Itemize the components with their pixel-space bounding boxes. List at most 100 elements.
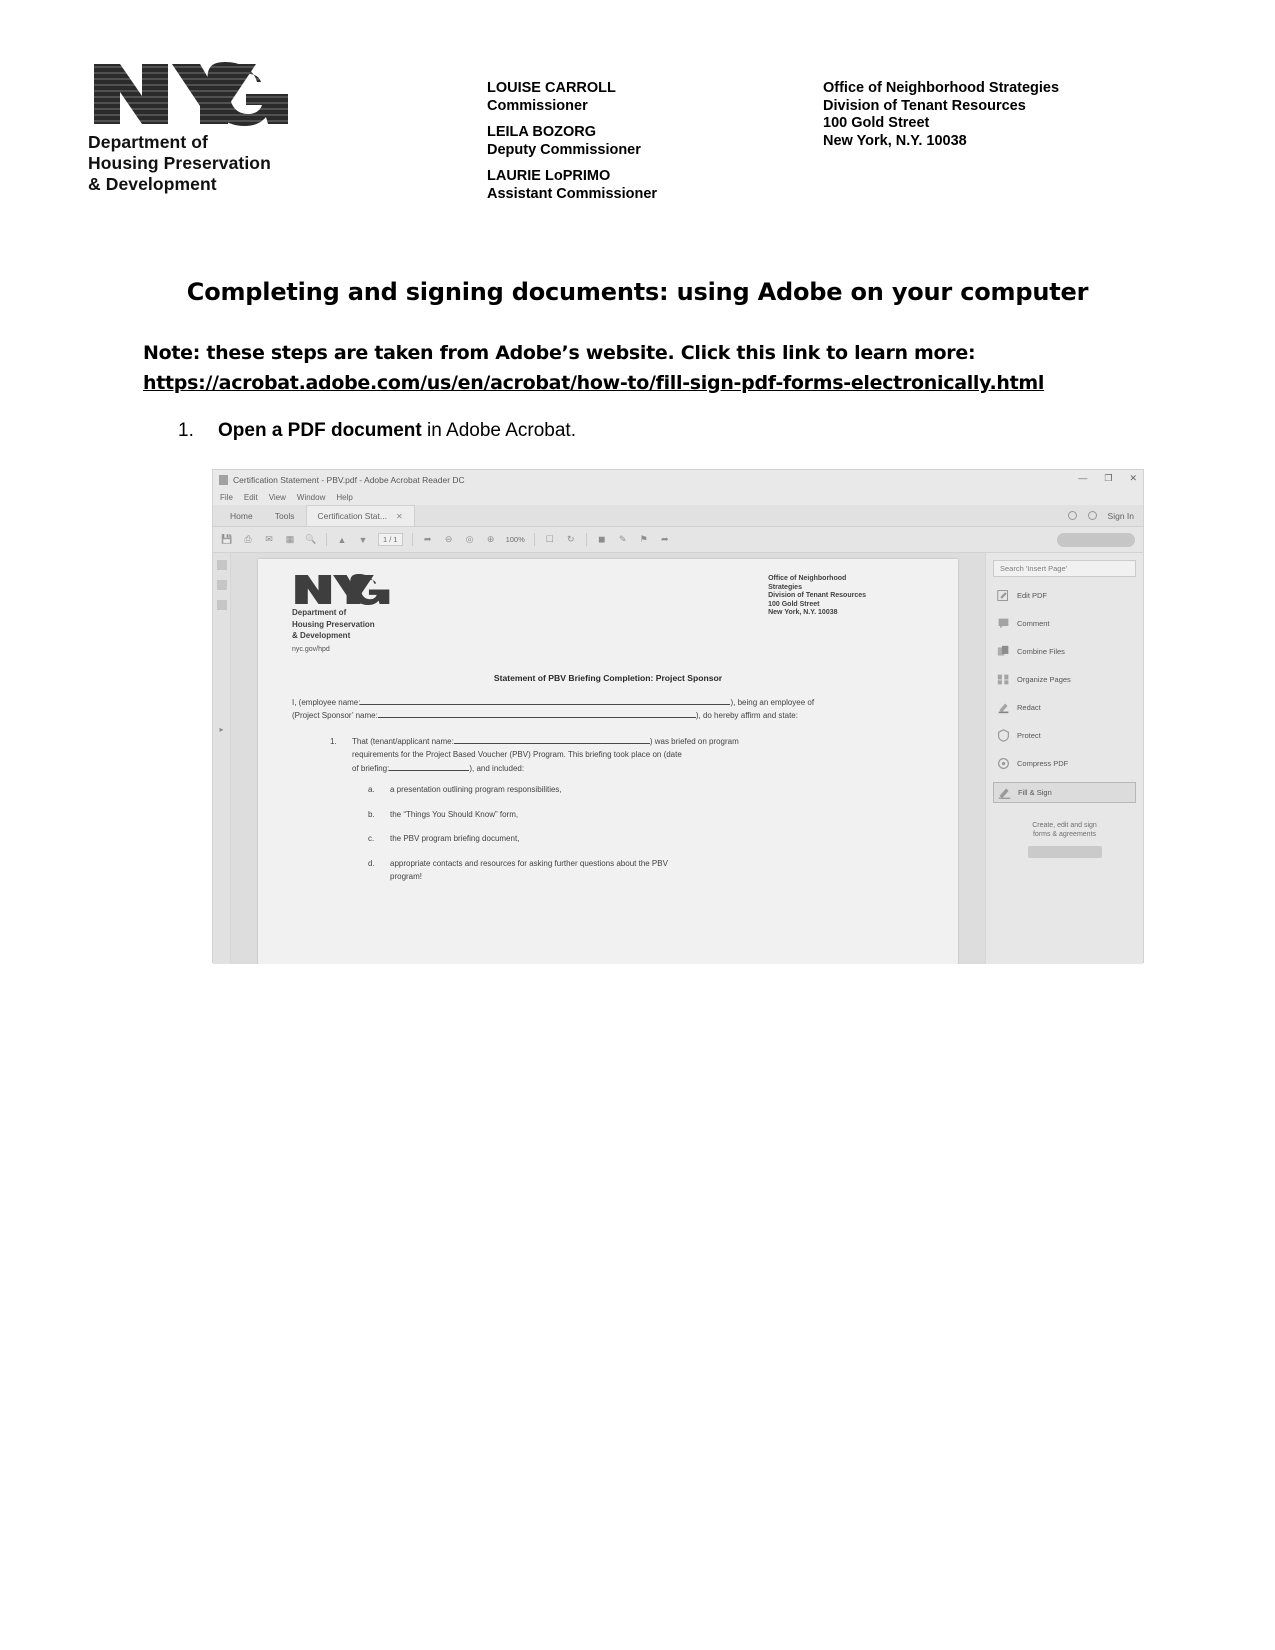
expand-pane-icon[interactable]: ▸ — [219, 725, 223, 734]
zoom-reset-icon[interactable]: ◎ — [464, 534, 476, 546]
pdf-subitem-b: b. the “Things You Should Know” form, — [292, 808, 924, 822]
pdf-subitem-text: the “Things You Should Know” form, — [390, 809, 519, 819]
tab-tools-label: Tools — [274, 510, 295, 521]
tab-tools[interactable]: Tools — [264, 505, 306, 526]
minimize-icon[interactable]: — — [1078, 473, 1087, 483]
step-rest-text: in Adobe Acrobat. — [421, 420, 576, 441]
comment-icon[interactable]: ◼ — [596, 534, 608, 546]
save-icon[interactable]: 💾 — [221, 534, 233, 546]
protect-icon — [997, 729, 1010, 742]
menu-edit[interactable]: Edit — [244, 493, 258, 502]
menu-file[interactable]: File — [220, 493, 233, 502]
menu-view[interactable]: View — [269, 493, 286, 502]
toolbar-divider — [326, 533, 327, 546]
rotate-icon[interactable]: ↻ — [565, 534, 577, 546]
officer-name: LEILA BOZORG — [487, 124, 597, 140]
select-tool-icon[interactable]: ➦ — [422, 534, 434, 546]
sponsor-name-blank[interactable] — [377, 717, 696, 719]
tool-fill-and-sign[interactable]: Fill & Sign — [993, 782, 1136, 803]
zoom-level-field[interactable]: 100% — [506, 535, 525, 544]
print-icon[interactable]: ⎙ — [242, 534, 254, 546]
tenant-name-blank[interactable] — [453, 742, 650, 744]
email-icon[interactable]: ✉ — [263, 534, 275, 546]
nyc-logo-icon — [292, 573, 392, 606]
pdf-intro-2-pre: (Project Sponsor’ name: — [292, 711, 378, 721]
page-down-icon[interactable]: ▼ — [357, 534, 369, 546]
tool-label: Redact — [1017, 703, 1041, 712]
stamp-icon[interactable]: ⚑ — [638, 534, 650, 546]
sign-in-button[interactable]: Sign In — [1108, 511, 1134, 521]
tool-label: Compress PDF — [1017, 759, 1069, 768]
employee-name-blank[interactable] — [360, 703, 731, 705]
tools-promo-text: Create, edit and sign forms & agreements — [993, 821, 1136, 839]
pdf-numbered-item-1: 1. That (tenant/applicant name:) was bri… — [292, 735, 924, 776]
step-bold-text: Open a PDF document — [218, 420, 422, 441]
officer-entry: LAURIE LoPRIMO Assistant Commissioner — [487, 168, 657, 203]
close-icon[interactable]: ✕ — [1129, 473, 1137, 483]
tab-close-icon[interactable]: ✕ — [396, 512, 403, 521]
pdf-item1-mid: ) was briefed on program — [649, 736, 739, 746]
compress-pdf-icon — [997, 757, 1010, 770]
tool-label: Fill & Sign — [1018, 788, 1052, 797]
tool-organize-pages[interactable]: Organize Pages — [993, 670, 1136, 689]
search-icon[interactable]: 🔍 — [305, 534, 317, 546]
tab-document-label: Certification Stat... — [317, 511, 387, 521]
briefing-date-blank[interactable] — [389, 769, 470, 771]
zoom-out-icon[interactable]: ⊖ — [443, 534, 455, 546]
pdf-subitem-c: c. the PBV program briefing document, — [292, 832, 924, 846]
tool-comment[interactable]: Comment — [993, 614, 1136, 633]
letterhead: Department of Housing Preservation & Dev… — [0, 0, 1275, 230]
pdf-logo-line: Department of — [292, 608, 347, 617]
tabbar-right-controls: Sign In — [1067, 505, 1143, 526]
acrobat-app-icon — [219, 475, 228, 485]
bookmarks-icon[interactable] — [216, 580, 227, 590]
adobe-help-link[interactable]: https://acrobat.adobe.com/us/en/acrobat/… — [143, 372, 1044, 394]
tool-redact[interactable]: Redact — [993, 698, 1136, 717]
pdf-subitem-marker: d. — [368, 858, 375, 868]
menu-help[interactable]: Help — [336, 493, 352, 502]
window-controls: — ❐ ✕ — [1078, 473, 1137, 483]
acrobat-toolbar: 💾 ⎙ ✉ ▦ 🔍 ▲ ▼ 1 / 1 ➦ ⊖ ◎ ⊕ 100% ☐ ↻ ◼ ✎… — [213, 527, 1143, 553]
tab-document[interactable]: Certification Stat... ✕ — [305, 505, 415, 526]
acrobat-menubar: File Edit View Window Help — [213, 490, 1143, 505]
officer-entry: LEILA BOZORG Deputy Commissioner — [487, 124, 657, 159]
tools-panel: Search 'Insert Page' Edit PDF Comment Co… — [985, 553, 1143, 964]
tool-edit-pdf[interactable]: Edit PDF — [993, 586, 1136, 605]
address-line: 100 Gold Street — [823, 115, 930, 131]
tab-home-label: Home — [230, 510, 253, 521]
help-icon[interactable] — [1067, 511, 1077, 520]
document-viewer[interactable]: Department of Housing Preservation & Dev… — [231, 553, 985, 964]
tools-search-input[interactable]: Search 'Insert Page' — [993, 560, 1136, 577]
menu-window[interactable]: Window — [297, 493, 325, 502]
tab-home[interactable]: Home — [219, 505, 264, 526]
tool-combine-files[interactable]: Combine Files — [993, 642, 1136, 661]
attachments-icon[interactable] — [216, 600, 227, 610]
pdf-address-line: Office of Neighborhood — [768, 575, 847, 582]
toolbar-divider — [411, 533, 413, 546]
pdf-address-line: Strategies — [768, 583, 802, 591]
highlighted-toolbar-button[interactable] — [1057, 532, 1135, 547]
fill-sign-icon[interactable]: ✎ — [617, 534, 629, 546]
tool-protect[interactable]: Protect — [993, 726, 1136, 745]
officers-list: LOUISE CARROLL Commissioner LEILA BOZORG… — [487, 80, 657, 212]
maximize-icon[interactable]: ❐ — [1104, 473, 1112, 483]
tools-promo-button[interactable] — [1027, 846, 1102, 858]
share-icon[interactable]: ➦ — [659, 534, 671, 546]
fit-page-icon[interactable]: ☐ — [544, 534, 556, 546]
pdf-subitem-d-line1: appropriate contacts and resources for a… — [390, 858, 668, 868]
highlight-icon[interactable]: ▦ — [284, 534, 296, 546]
page-number-field[interactable]: 1 / 1 — [378, 533, 403, 546]
tool-compress-pdf[interactable]: Compress PDF — [993, 754, 1136, 773]
bell-icon[interactable] — [1087, 511, 1097, 520]
pdf-form-body: I, (employee name:), being an employee o… — [292, 696, 924, 884]
pdf-subitem-text: a presentation outlining program respons… — [390, 785, 562, 795]
pdf-logo-block: Department of Housing Preservation & Dev… — [292, 573, 392, 653]
officer-title: Assistant Commissioner — [487, 185, 658, 202]
page-up-icon[interactable]: ▲ — [336, 534, 348, 546]
officer-name: LOUISE CARROLL — [487, 80, 616, 96]
zoom-in-icon[interactable]: ⊕ — [485, 534, 497, 546]
thumbnails-icon[interactable] — [216, 560, 227, 570]
pdf-item1-line2: requirements for the Project Based Vouch… — [352, 750, 682, 760]
pdf-intro-2-post: ), do hereby affirm and state: — [695, 711, 798, 721]
pdf-subitem-marker: c. — [368, 834, 375, 844]
